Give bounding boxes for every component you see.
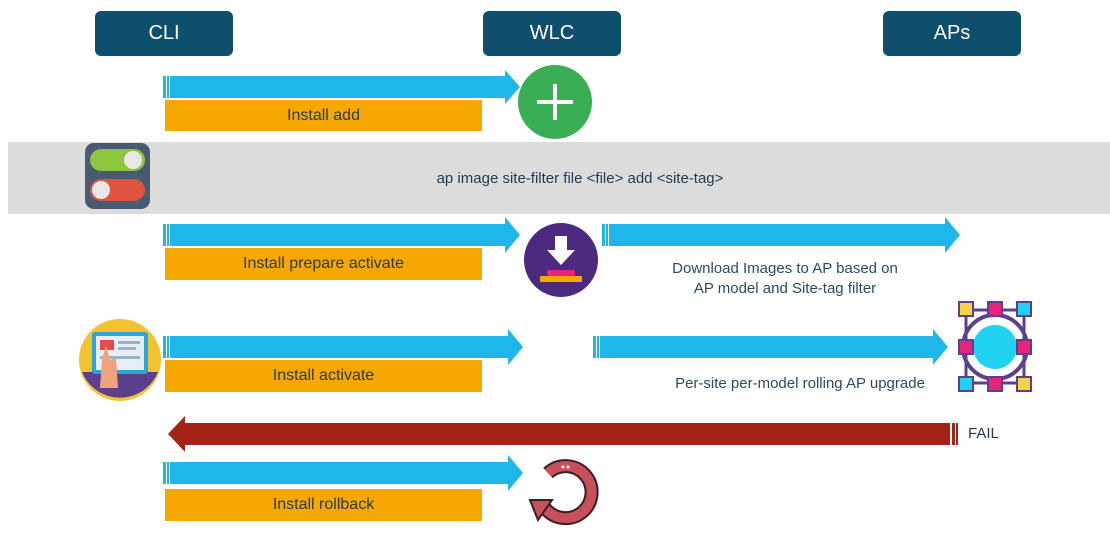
arrow-cli-to-wlc-add <box>163 70 520 104</box>
arrow-cli-to-wlc-prepare <box>163 217 520 253</box>
rollback-icon <box>528 459 599 526</box>
touch-screen-icon <box>79 319 161 401</box>
arrow-wlc-to-aps-download <box>602 217 960 253</box>
arrow-fail-return <box>168 416 958 452</box>
download-note: Download Images to AP based on AP model … <box>615 259 955 299</box>
download-note-line1: Download Images to AP based on <box>672 260 898 277</box>
download-icon <box>524 223 598 297</box>
fail-label: FAIL <box>968 425 999 442</box>
download-note-line2: AP model and Site-tag filter <box>693 280 877 297</box>
arrow-cli-to-wlc-rollback <box>163 455 523 491</box>
arrow-cli-to-wlc-activate <box>163 329 523 365</box>
rolling-upgrade-note: Per-site per-model rolling AP upgrade <box>675 375 925 392</box>
arrow-wlc-to-aps-rolling <box>593 329 948 365</box>
network-hub-icon <box>958 301 1032 392</box>
plus-icon <box>518 65 592 139</box>
toggle-switch-icon <box>85 143 150 209</box>
